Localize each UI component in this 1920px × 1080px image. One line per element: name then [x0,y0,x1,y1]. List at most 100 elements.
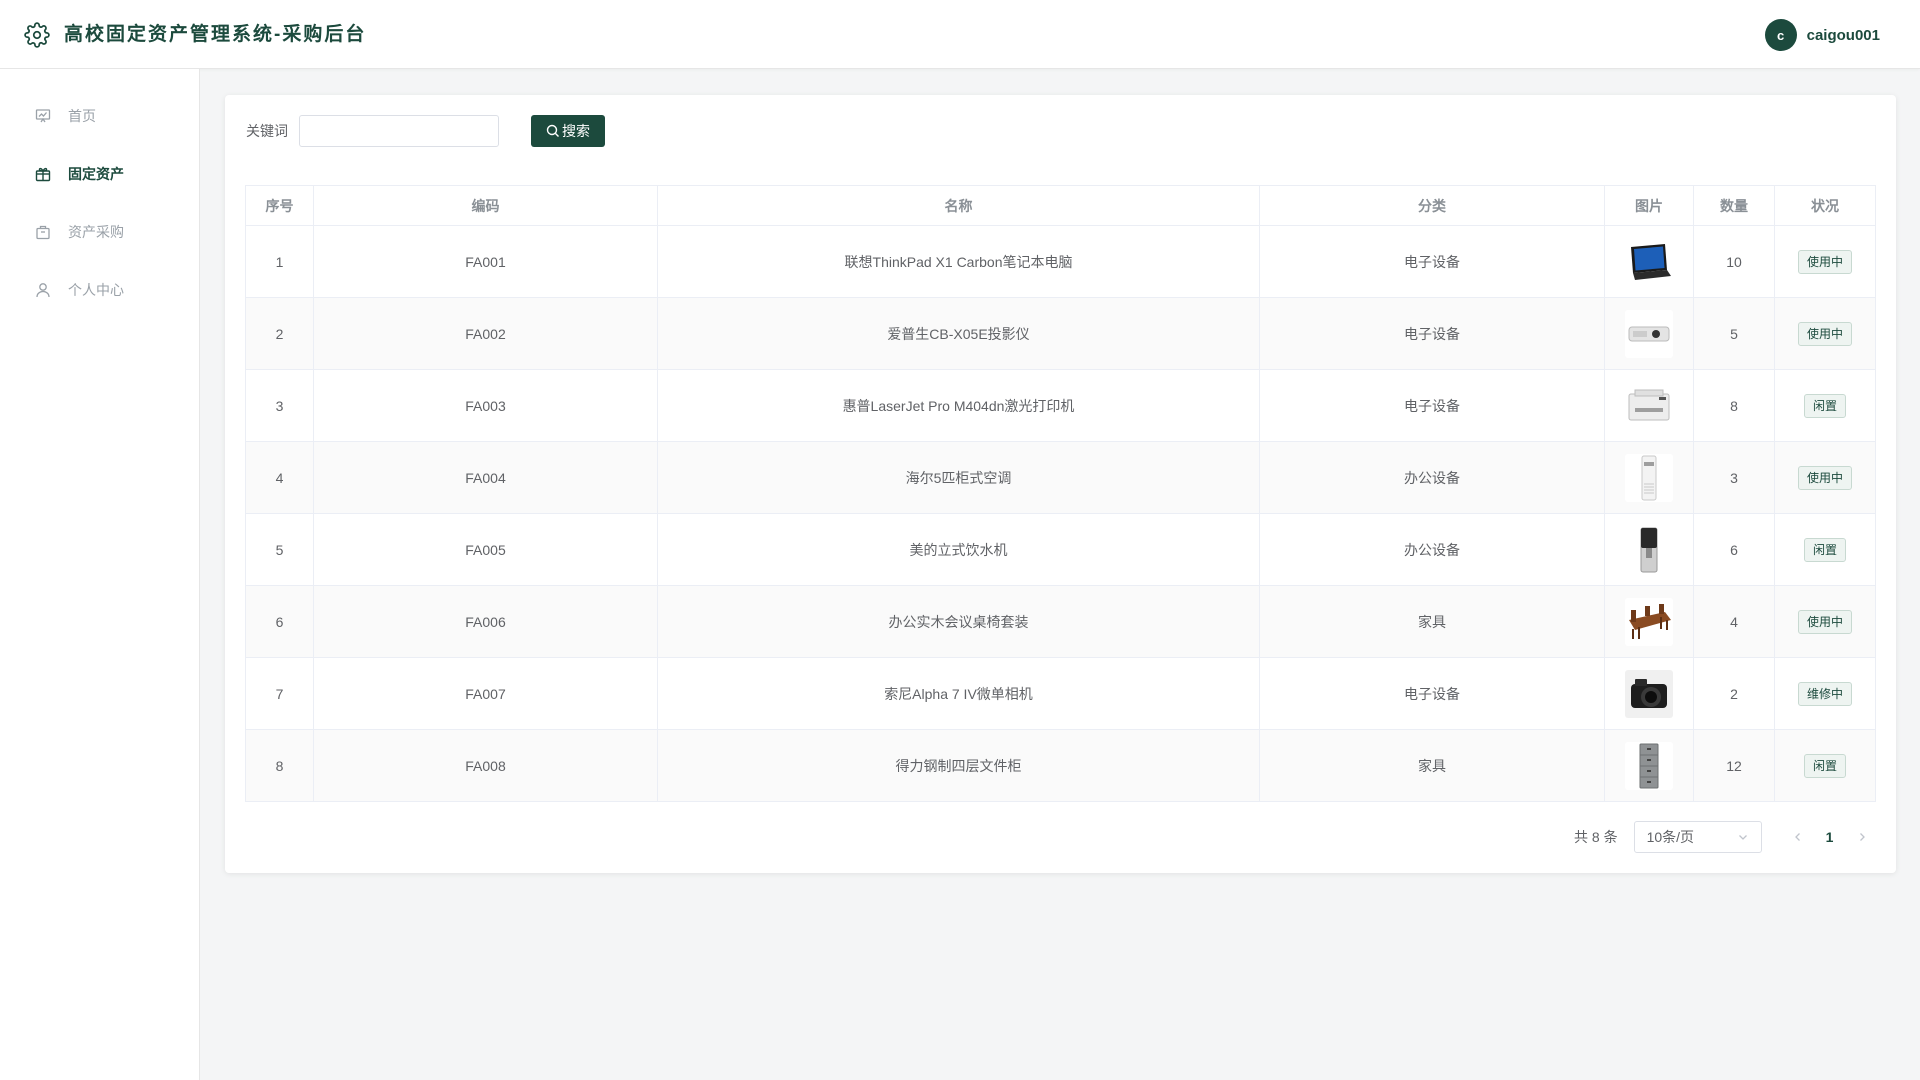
table-row[interactable]: 5 FA005 美的立式饮水机 办公设备 6 闲置 [245,513,1876,586]
column-header-category[interactable]: 分类 [1259,185,1605,226]
column-header-quantity[interactable]: 数量 [1693,185,1775,226]
cell-image [1604,297,1694,370]
cell-status: 闲置 [1774,729,1876,802]
cell-image [1604,657,1694,730]
cell-category: 办公设备 [1259,513,1605,586]
cell-category: 电子设备 [1259,297,1605,370]
search-icon [546,124,559,137]
cell-code: FA001 [313,225,658,298]
cell-quantity: 10 [1693,225,1775,298]
chevron-left-icon [1794,833,1800,841]
water-dispenser-image[interactable] [1625,525,1673,574]
cell-category: 家具 [1259,585,1605,658]
cell-status: 使用中 [1774,225,1876,298]
table-row[interactable]: 1 FA001 联想ThinkPad X1 Carbon笔记本电脑 电子设备 1… [245,225,1876,298]
cell-quantity: 8 [1693,369,1775,442]
status-badge: 闲置 [1803,393,1846,418]
cell-image [1604,585,1694,658]
cell-status: 使用中 [1774,297,1876,370]
username[interactable]: caigou001 [1807,27,1880,44]
cell-index: 5 [245,513,314,586]
column-header-index[interactable]: 序号 [245,185,314,226]
cell-code: FA007 [313,657,658,730]
column-header-status[interactable]: 状况 [1774,185,1876,226]
chevron-right-icon [1859,833,1865,841]
conference-table-image[interactable] [1625,597,1673,646]
cell-category: 家具 [1259,729,1605,802]
cell-quantity: 5 [1693,297,1775,370]
cell-index: 4 [245,441,314,514]
sidebar-item-label: 个人中心 [68,282,124,298]
page-size-value: 10条/页 [1646,829,1695,845]
cell-name: 海尔5匹柜式空调 [657,441,1260,514]
cell-image [1604,729,1694,802]
table-row[interactable]: 3 FA003 惠普LaserJet Pro M404dn激光打印机 电子设备 … [245,369,1876,442]
cell-quantity: 3 [1693,441,1775,514]
page-number-current[interactable]: 1 [1814,821,1846,853]
table-row[interactable]: 7 FA007 索尼Alpha 7 IV微单相机 电子设备 2 维修中 [245,657,1876,730]
table-row[interactable]: 8 FA008 得力钢制四层文件柜 家具 12 闲置 [245,729,1876,802]
total-count: 共 8 条 [1574,829,1618,845]
cell-status: 闲置 [1774,513,1876,586]
briefcase-icon [34,223,52,241]
sidebar-item-home[interactable]: 首页 [0,87,199,145]
cell-status: 使用中 [1774,585,1876,658]
cell-status: 使用中 [1774,441,1876,514]
column-header-code[interactable]: 编码 [313,185,658,226]
keyword-input[interactable] [299,115,499,147]
air-conditioner-image[interactable] [1625,453,1673,502]
page-size-select[interactable]: 10条/页 [1633,821,1762,853]
next-page-button[interactable] [1846,821,1878,853]
cell-category: 电子设备 [1259,657,1605,730]
gear-icon [24,22,50,48]
cell-index: 2 [245,297,314,370]
cell-quantity: 2 [1693,657,1775,730]
status-badge: 使用中 [1797,321,1852,346]
avatar[interactable]: c [1764,19,1797,51]
file-cabinet-image[interactable] [1625,741,1673,790]
sidebar-item-label: 固定资产 [68,166,124,182]
status-badge: 维修中 [1797,681,1852,706]
projector-image[interactable] [1625,309,1673,358]
sidebar-item-profile[interactable]: 个人中心 [0,261,199,319]
table-row[interactable]: 4 FA004 海尔5匹柜式空调 办公设备 3 使用中 [245,441,1876,514]
table-row[interactable]: 6 FA006 办公实木会议桌椅套装 家具 4 使用中 [245,585,1876,658]
column-header-image[interactable]: 图片 [1604,185,1694,226]
top-header: 高校固定资产管理系统-采购后台 c caigou001 [0,0,1920,69]
user-menu[interactable]: c caigou001 [1764,19,1880,51]
cell-name: 得力钢制四层文件柜 [657,729,1260,802]
pagination: 共 8 条 10条/页 1 [1574,821,1878,853]
cell-quantity: 6 [1693,513,1775,586]
cell-name: 美的立式饮水机 [657,513,1260,586]
cell-index: 8 [245,729,314,802]
cell-index: 7 [245,657,314,730]
cell-image [1604,441,1694,514]
camera-image[interactable] [1625,669,1673,718]
cell-code: FA008 [313,729,658,802]
sidebar-item-label: 首页 [68,108,96,124]
assets-table: 序号 编码 名称 分类 图片 数量 状况 1 FA001 联想ThinkPad … [245,185,1876,802]
cell-category: 电子设备 [1259,369,1605,442]
prev-page-button[interactable] [1782,821,1814,853]
app-title: 高校固定资产管理系统-采购后台 [64,24,367,45]
search-button[interactable]: 搜索 [531,115,605,147]
printer-image[interactable] [1625,381,1673,430]
search-button-label: 搜索 [562,123,590,139]
cell-quantity: 4 [1693,585,1775,658]
chevron-down-icon [1738,835,1747,840]
sidebar-item-fixed-assets[interactable]: 固定资产 [0,145,199,203]
sidebar-item-asset-purchase[interactable]: 资产采购 [0,203,199,261]
column-header-name[interactable]: 名称 [657,185,1260,226]
table-row[interactable]: 2 FA002 爱普生CB-X05E投影仪 电子设备 5 使用中 [245,297,1876,370]
status-badge: 闲置 [1803,537,1846,562]
cell-code: FA005 [313,513,658,586]
cell-status: 维修中 [1774,657,1876,730]
laptop-image[interactable] [1625,237,1673,286]
user-icon [34,281,52,299]
cell-name: 联想ThinkPad X1 Carbon笔记本电脑 [657,225,1260,298]
status-badge: 使用中 [1797,249,1852,274]
cell-code: FA003 [313,369,658,442]
cell-name: 惠普LaserJet Pro M404dn激光打印机 [657,369,1260,442]
cell-code: FA002 [313,297,658,370]
cell-image [1604,369,1694,442]
